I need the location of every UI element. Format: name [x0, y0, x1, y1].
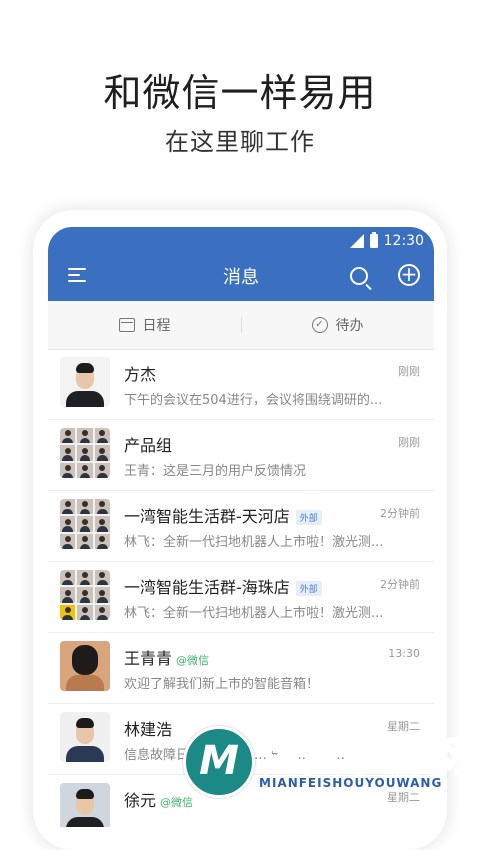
conversation-name: 一湾智能生活群-海珠店 外部	[124, 574, 322, 598]
conversation-name: 方杰	[124, 365, 157, 384]
conversation-message: 林飞：全新一代扫地机器人上市啦！激光测...	[124, 535, 384, 550]
conversation-item[interactable]: 产品组 刚刚 王青：这是三月的用户反馈情况	[48, 420, 434, 491]
avatar	[60, 357, 110, 407]
status-time: 12:30	[383, 233, 424, 249]
headline-subtitle: 在这里聊工作	[165, 128, 315, 156]
conversation-name: 产品组	[124, 436, 173, 455]
conversation-item[interactable]: 王青青 @微信 13:30 欢迎了解我们新上市的智能音箱！	[48, 633, 434, 704]
watermark-logo: M	[183, 726, 255, 798]
page-title: 消息	[223, 267, 259, 288]
group-avatar	[60, 428, 110, 478]
watermark: M 免费手游网 MIANFEISHOUYOUWANG	[183, 712, 480, 800]
group-avatar	[60, 570, 110, 620]
calendar-icon	[118, 318, 135, 332]
conversation-time: 2分钟前	[380, 578, 420, 591]
conversation-time: 13:30	[388, 647, 420, 660]
conversation-message: 下午的会议在504进行，会议将围绕调研的...	[124, 393, 383, 408]
conversation-name: 一湾智能生活群-天河店 外部	[124, 503, 322, 527]
conversation-item[interactable]: 一湾智能生活群-海珠店 外部 2分钟前 林飞：全新一代扫地机器人上市啦！激光测..…	[48, 562, 434, 633]
app-bar: 12:30 消息 +	[48, 227, 434, 301]
tab-schedule-label: 日程	[142, 318, 171, 334]
conversation-time: 2分钟前	[380, 507, 420, 520]
search-icon[interactable]	[350, 267, 368, 285]
checkmark-circle-icon: ✓	[311, 317, 328, 333]
add-icon[interactable]: +	[398, 264, 420, 286]
headline-title: 和微信一样易用	[103, 71, 377, 115]
conversation-time: 刚刚	[398, 436, 420, 449]
group-avatar	[60, 499, 110, 549]
external-tag: 外部	[295, 581, 322, 596]
conversation-message: 林飞：全新一代扫地机器人上市啦！激光测...	[124, 606, 384, 621]
tab-bar: 日程 ✓ 待办	[48, 301, 434, 350]
conversation-name: 王青青 @微信	[124, 649, 210, 668]
status-bar: 12:30	[349, 232, 424, 249]
battery-icon	[369, 232, 378, 248]
conversation-message: 欢迎了解我们新上市的智能音箱！	[124, 677, 320, 692]
external-tag: 外部	[295, 510, 322, 525]
conversation-item[interactable]: 方杰 刚刚 下午的会议在504进行，会议将围绕调研的...	[48, 349, 434, 420]
wechat-source-label: @微信	[176, 653, 210, 667]
tab-todo-label: 待办	[335, 318, 364, 334]
signal-icon	[349, 234, 364, 248]
tab-todo[interactable]: ✓ 待办	[241, 301, 434, 349]
avatar	[60, 712, 110, 762]
watermark-text: 免费手游网	[260, 733, 471, 781]
watermark-subtext: MIANFEISHOUYOUWANG	[259, 776, 443, 790]
conversation-item[interactable]: 一湾智能生活群-天河店 外部 2分钟前 林飞：全新一代扫地机器人上市啦！激光测..…	[48, 491, 434, 562]
avatar	[60, 641, 110, 691]
conversation-name: 林建浩	[124, 720, 173, 739]
tab-schedule[interactable]: 日程	[48, 301, 241, 349]
avatar	[60, 783, 110, 827]
conversation-message: 王青：这是三月的用户反馈情况	[124, 464, 307, 479]
conversation-time: 刚刚	[398, 365, 420, 378]
